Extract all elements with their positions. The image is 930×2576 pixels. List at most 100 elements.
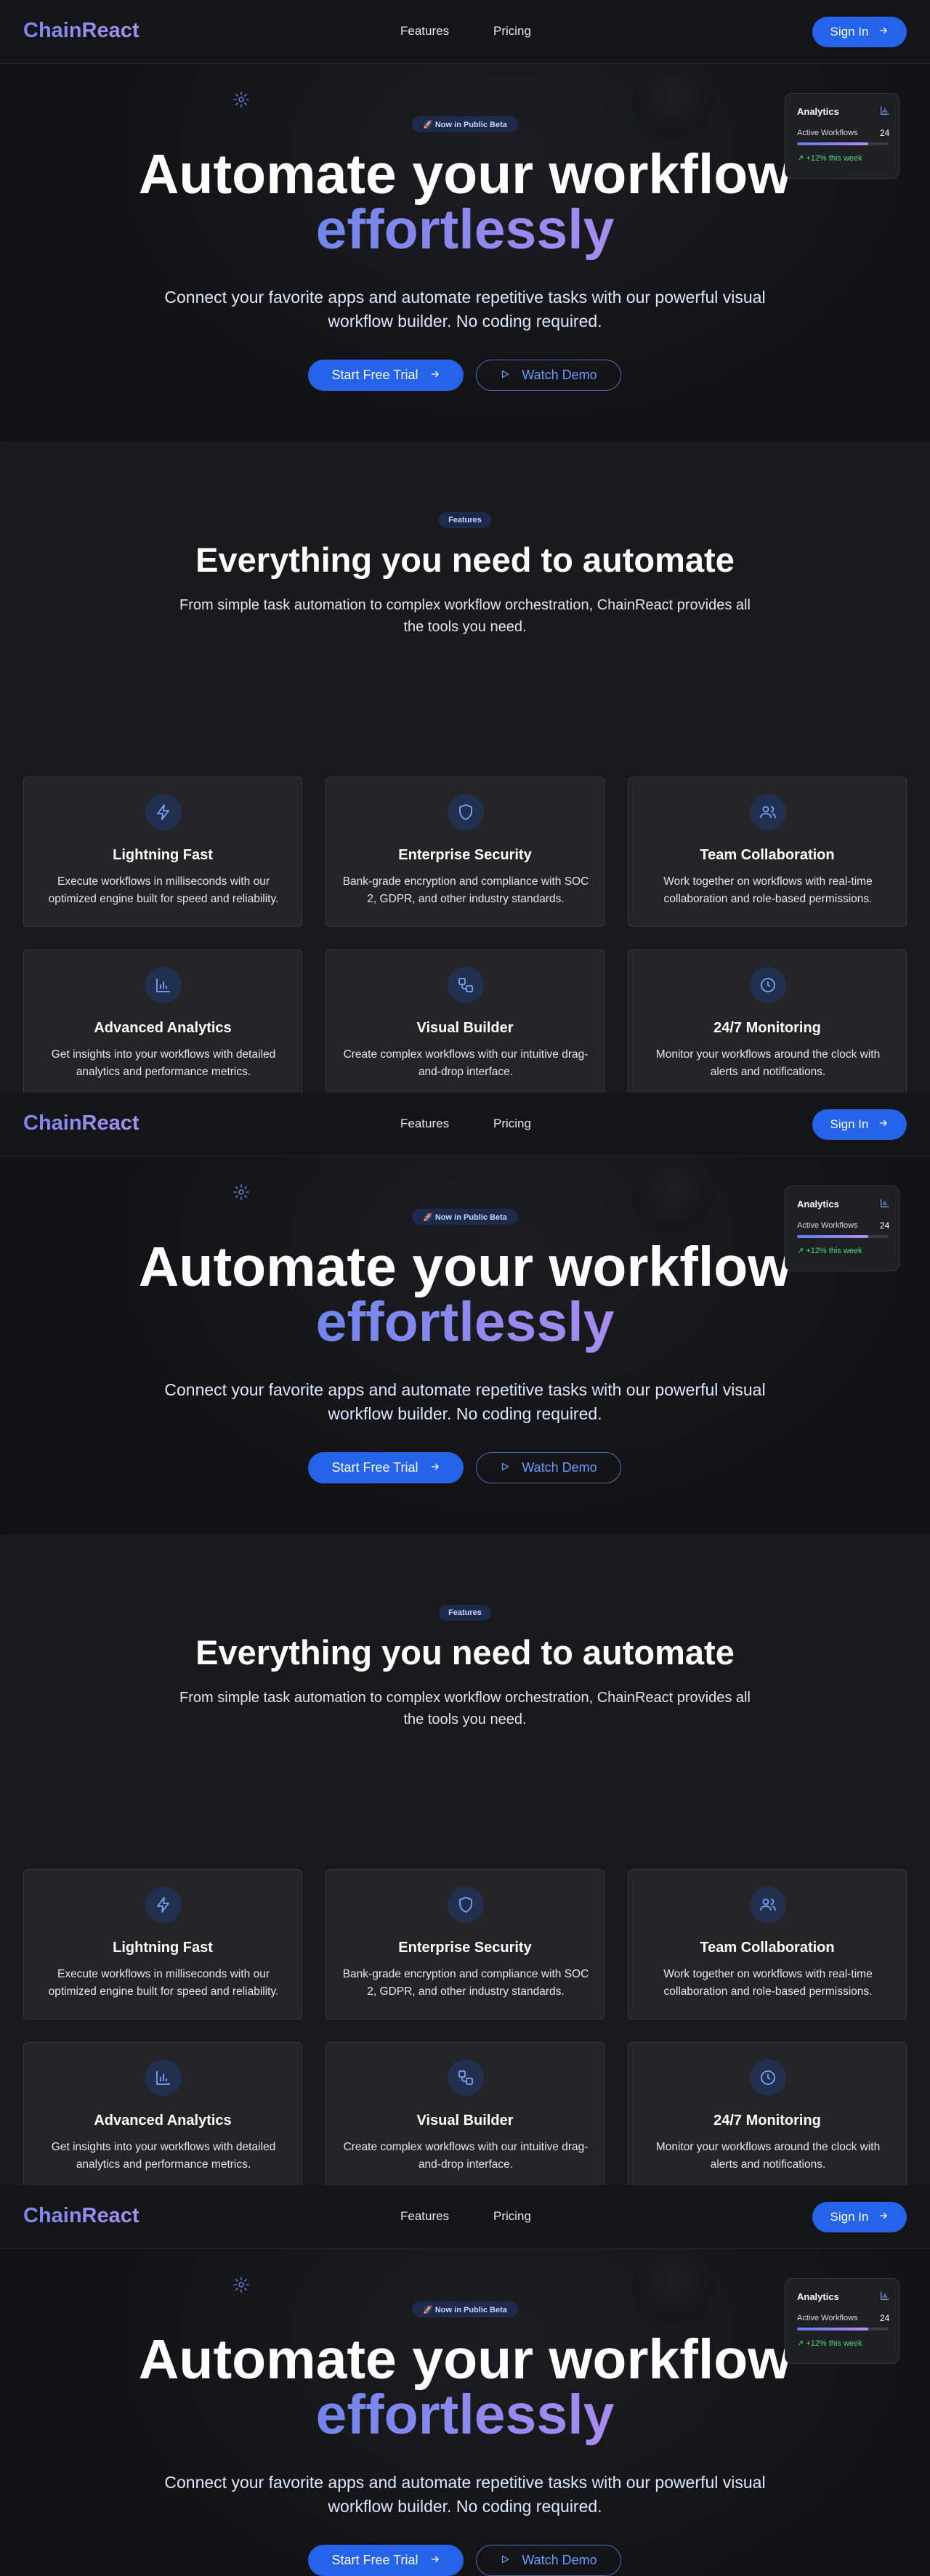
- analytics-title: Analytics: [797, 2291, 839, 2302]
- hero-section: 🚀 Now in Public Beta Automate your workf…: [0, 64, 930, 500]
- feature-card-title: 24/7 Monitoring: [713, 2113, 821, 2129]
- top-navbar: ChainReact Features Pricing Sign In: [0, 2185, 930, 2249]
- sign-in-label: Sign In: [830, 25, 869, 39]
- feature-card-title: Team Collaboration: [700, 847, 835, 863]
- nav-link-features[interactable]: Features: [400, 24, 449, 39]
- features-title: Everything you need to automate: [195, 540, 735, 579]
- lightning-icon: [145, 1887, 182, 1923]
- arrow-right-icon: [878, 25, 889, 39]
- headline-gradient-text: effortlessly: [315, 2383, 615, 2446]
- features-section: Features Everything you need to automate…: [0, 442, 930, 1100]
- feature-card-description: Monitor your workflows around the clock …: [655, 2141, 881, 2171]
- feature-card: Enterprise Security Bank-grade encryptio…: [326, 777, 604, 927]
- shield-icon: [448, 794, 484, 830]
- features-section: Features Everything you need to automate…: [0, 1534, 930, 2192]
- feature-card: Visual Builder Create complex workflows …: [326, 2042, 604, 2192]
- analytics-change: ↗ +12% this week: [797, 1247, 862, 1255]
- shield-icon: [448, 1887, 484, 1923]
- beta-badge: 🚀 Now in Public Beta: [412, 1209, 518, 1225]
- watch-demo-button[interactable]: Watch Demo: [476, 2545, 621, 2576]
- analytics-metric-value: 24: [880, 1220, 890, 1231]
- beta-badge: 🚀 Now in Public Beta: [412, 2301, 518, 2317]
- nav-link-features[interactable]: Features: [400, 1117, 449, 1131]
- arrow-right-icon: [430, 2553, 440, 2568]
- feature-card: Advanced Analytics Get insights into you…: [23, 949, 302, 1100]
- sign-in-button[interactable]: Sign In: [812, 2202, 907, 2232]
- analytics-progress-bar: [797, 1235, 889, 1238]
- feature-card-title: Enterprise Security: [398, 1940, 532, 1956]
- hero-subtitle: Connect your favorite apps and automate …: [164, 2473, 766, 2516]
- play-icon: [500, 368, 510, 383]
- gear-icon: [232, 1183, 250, 1201]
- analytics-metric-value: 24: [880, 2313, 890, 2323]
- decorative-orb: [632, 1157, 712, 1236]
- feature-card-description: Monitor your workflows around the clock …: [655, 1048, 881, 1078]
- features-badge: Features: [439, 1605, 491, 1621]
- feature-card-description: Get insights into your workflows with de…: [51, 1048, 276, 1078]
- sign-in-button[interactable]: Sign In: [812, 1109, 907, 1140]
- sign-in-label: Sign In: [830, 1117, 869, 1131]
- bar-chart-icon: [880, 2291, 890, 2301]
- nav-link-features[interactable]: Features: [400, 2209, 449, 2224]
- feature-card-description: Bank-grade encryption and compliance wit…: [342, 875, 589, 905]
- hero-headline-accent: effortlessly: [0, 1293, 930, 1351]
- analytics-metric-label: Active Workflows: [797, 1221, 858, 1230]
- workflow-icon: [448, 967, 484, 1003]
- brand-logo[interactable]: ChainReact: [23, 2204, 140, 2228]
- lightning-icon: [145, 794, 182, 830]
- analytics-card: Analytics Active Workflows 24 ↗ +12% thi…: [785, 1186, 899, 1271]
- analytics-metric-label: Active Workflows: [797, 129, 858, 137]
- analytics-change: ↗ +12% this week: [797, 2339, 862, 2348]
- feature-card: Team Collaboration Work together on work…: [628, 777, 907, 927]
- hero-subtitle: Connect your favorite apps and automate …: [164, 288, 766, 331]
- analytics-title: Analytics: [797, 106, 839, 117]
- watch-demo-button[interactable]: Watch Demo: [476, 1452, 621, 1483]
- hero-section: 🚀 Now in Public Beta Automate your workf…: [0, 2249, 930, 2576]
- arrow-right-icon: [878, 2210, 889, 2224]
- start-free-trial-button[interactable]: Start Free Trial: [308, 1452, 464, 1483]
- top-navbar: ChainReact Features Pricing Sign In: [0, 1093, 930, 1157]
- demo-label: Watch Demo: [522, 1460, 597, 1475]
- hero-headline-accent: effortlessly: [0, 2386, 930, 2444]
- feature-card: Enterprise Security Bank-grade encryptio…: [326, 1869, 604, 2020]
- analytics-card: Analytics Active Workflows 24 ↗ +12% thi…: [785, 2278, 899, 2364]
- brand-logo[interactable]: ChainReact: [23, 1111, 140, 1135]
- start-free-trial-button[interactable]: Start Free Trial: [308, 360, 464, 391]
- feature-card: Team Collaboration Work together on work…: [628, 1869, 907, 2020]
- demo-label: Watch Demo: [522, 2553, 597, 2567]
- brand-logo[interactable]: ChainReact: [23, 19, 140, 43]
- watch-demo-button[interactable]: Watch Demo: [476, 360, 621, 391]
- features-subtitle: From simple task automation to complex w…: [179, 597, 751, 635]
- bar-chart-icon: [145, 2059, 182, 2096]
- features-badge: Features: [439, 512, 491, 528]
- feature-card-description: Work together on workflows with real-tim…: [663, 1968, 873, 1998]
- analytics-change: ↗ +12% this week: [797, 154, 862, 163]
- gear-icon: [232, 2276, 250, 2293]
- feature-card: Lightning Fast Execute workflows in mill…: [23, 1869, 302, 2020]
- users-icon: [750, 794, 786, 830]
- analytics-card: Analytics Active Workflows 24 ↗ +12% thi…: [785, 93, 899, 179]
- start-free-trial-button[interactable]: Start Free Trial: [308, 2545, 464, 2576]
- analytics-metric-value: 24: [880, 128, 890, 138]
- play-icon: [500, 2553, 510, 2568]
- clock-icon: [750, 2059, 786, 2096]
- features-subtitle: From simple task automation to complex w…: [179, 1690, 751, 1728]
- analytics-progress-bar: [797, 2328, 889, 2330]
- feature-card-description: Bank-grade encryption and compliance wit…: [342, 1968, 589, 1998]
- headline-gradient-text: effortlessly: [315, 198, 615, 261]
- nav-link-pricing[interactable]: Pricing: [493, 24, 531, 39]
- feature-card: 24/7 Monitoring Monitor your workflows a…: [628, 949, 907, 1100]
- analytics-metric-label: Active Workflows: [797, 2314, 858, 2322]
- bar-chart-icon: [880, 105, 890, 116]
- nav-link-pricing[interactable]: Pricing: [493, 2209, 531, 2224]
- arrow-right-icon: [878, 1117, 889, 1132]
- sign-in-label: Sign In: [830, 2210, 869, 2224]
- feature-card-title: 24/7 Monitoring: [713, 1020, 821, 1036]
- nav-link-pricing[interactable]: Pricing: [493, 1117, 531, 1131]
- sign-in-button[interactable]: Sign In: [812, 17, 907, 47]
- feature-card-description: Create complex workflows with our intuit…: [343, 2141, 589, 2171]
- hero-section: 🚀 Now in Public Beta Automate your workf…: [0, 1157, 930, 1592]
- feature-card-description: Work together on workflows with real-tim…: [663, 875, 873, 905]
- top-navbar: ChainReact Features Pricing Sign In: [0, 0, 930, 64]
- hero-subtitle: Connect your favorite apps and automate …: [164, 1380, 766, 1423]
